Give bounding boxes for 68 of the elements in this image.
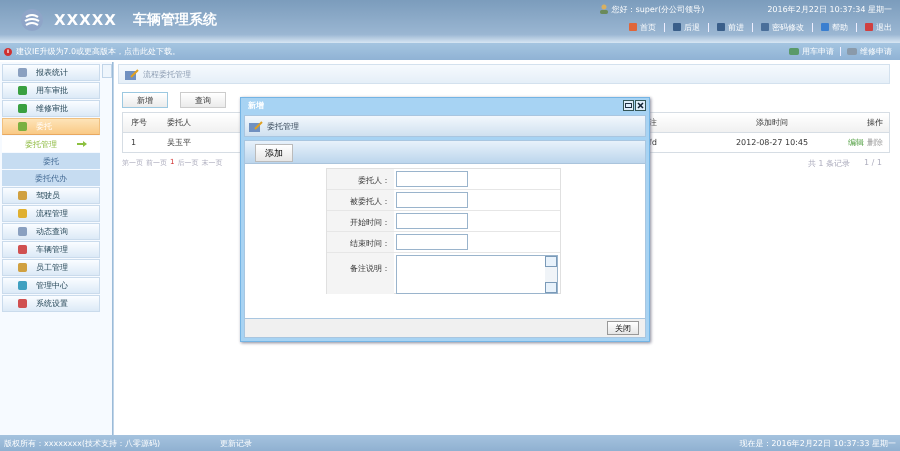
greeting-text: 您好：super(分公司领导) — [612, 4, 704, 14]
menu-item[interactable]: 员工管理 — [2, 259, 100, 276]
brand-name: XXXXX — [54, 10, 117, 28]
column-header: 添加时间 — [755, 117, 788, 128]
menu-item[interactable]: 维修审批 — [2, 100, 100, 117]
menu-item[interactable]: 系统设置 — [2, 295, 100, 312]
submenu-item[interactable]: 委托管理 — [2, 136, 100, 152]
upgrade-link[interactable]: 建议IE升级为7.0或更高版本，点击此处下载。 — [16, 46, 180, 57]
maximize-icon[interactable] — [623, 100, 634, 111]
toolbar-button[interactable]: 查询 — [180, 92, 226, 108]
input-field[interactable] — [396, 234, 468, 250]
field-label: 委托人： — [327, 169, 394, 189]
warning-icon — [4, 48, 12, 56]
field-label: 备注说明： — [327, 253, 394, 294]
table-cell-text: fd — [648, 138, 657, 147]
nav-link[interactable]: 首页 — [629, 22, 656, 32]
menu-item[interactable]: 驾驶员 — [2, 187, 100, 204]
menu-item[interactable]: 流程管理 — [2, 205, 100, 222]
field-label: 结束时间： — [327, 232, 394, 252]
copyright-text: 版权所有：xxxxxxxx(技术支持：八零源码) — [4, 438, 160, 448]
nav-link[interactable]: 后退 — [673, 22, 700, 32]
table-cell-text: 1 — [130, 138, 136, 147]
field-label: 被委托人： — [327, 190, 394, 210]
logo-icon — [20, 8, 44, 32]
page-count: 1 / 1 — [864, 158, 882, 169]
dialog-heading: 委托管理 — [267, 120, 299, 132]
text-area[interactable] — [396, 255, 558, 294]
form-edit-icon — [125, 68, 139, 80]
column-header: 操作 — [866, 117, 884, 128]
add-button[interactable]: 添加 — [255, 144, 293, 162]
nav-link[interactable]: 帮助 — [821, 22, 848, 32]
scrollbar[interactable] — [545, 256, 557, 293]
input-field[interactable] — [396, 171, 468, 187]
menu-item[interactable]: 用车审批 — [2, 82, 100, 99]
menu-item[interactable]: 报表统计 — [2, 64, 100, 81]
submenu-item[interactable]: 委托 — [2, 153, 100, 169]
nav-link[interactable]: 密码修改 — [761, 22, 804, 32]
action-link[interactable]: 编辑 — [848, 138, 864, 147]
quick-link[interactable]: 维修申请 — [847, 46, 892, 57]
table-cell-text: 吴玉平 — [166, 137, 191, 148]
toolbar-button[interactable]: 新增 — [122, 92, 168, 108]
column-header: 序号 — [130, 117, 147, 128]
input-field[interactable] — [396, 192, 468, 208]
record-count: 共 1 条记录 — [808, 158, 850, 169]
breadcrumb-text: 流程委托管理 — [143, 68, 191, 80]
close-button[interactable]: 关闭 — [607, 321, 639, 335]
input-field[interactable] — [396, 213, 468, 229]
arrow-icon — [77, 141, 88, 147]
submenu-item[interactable]: 委托代办 — [2, 170, 100, 186]
close-icon[interactable] — [635, 100, 646, 111]
app-title: 车辆管理系统 — [132, 10, 217, 28]
changelog-link[interactable]: 更新记录 — [220, 438, 252, 448]
table-cell-text: 2012-08-27 10:45 — [734, 138, 808, 147]
current-time: 现在是：2016年2月22日 10:37:33 星期一 — [739, 438, 896, 448]
field-label: 开始时间： — [327, 211, 394, 231]
menu-item[interactable]: 动态查询 — [2, 223, 100, 240]
dialog-title: 新增 — [248, 100, 264, 111]
collapse-handle[interactable] — [102, 64, 112, 78]
menu-item[interactable]: 管理中心 — [2, 277, 100, 294]
menu-item[interactable]: 车辆管理 — [2, 241, 100, 258]
nav-link[interactable]: 退出 — [865, 22, 892, 32]
user-icon — [598, 4, 609, 14]
form-edit-icon — [249, 120, 263, 132]
quick-link[interactable]: 用车申请 — [789, 46, 834, 57]
date-time: 2016年2月22日 10:37:34 星期一 — [767, 4, 892, 14]
action-link[interactable]: 删除 — [867, 138, 883, 147]
nav-link[interactable]: 前进 — [717, 22, 744, 32]
column-header: 委托人 — [166, 117, 191, 128]
